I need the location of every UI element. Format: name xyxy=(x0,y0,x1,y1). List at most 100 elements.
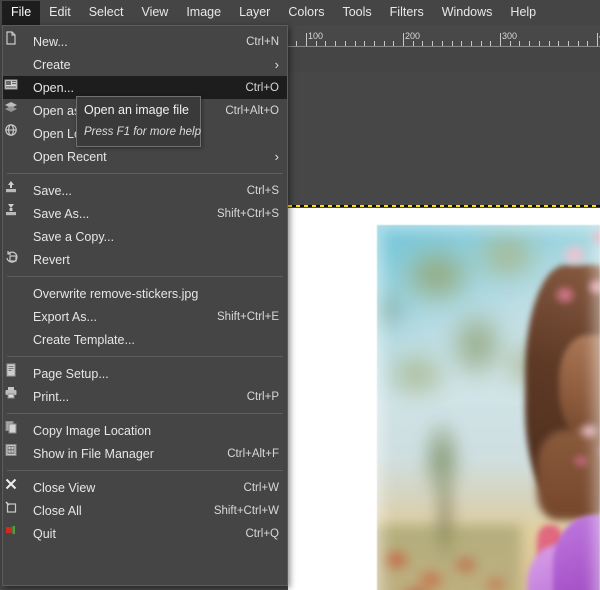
menu-item-label: Print... xyxy=(33,389,70,404)
menubar-item-colors[interactable]: Colors xyxy=(279,1,333,25)
menu-item-create-template[interactable]: Create Template... xyxy=(3,328,287,351)
menubar-item-filters[interactable]: Filters xyxy=(381,1,433,25)
no-icon xyxy=(3,305,33,328)
menubar-item-image[interactable]: Image xyxy=(177,1,230,25)
menu-item-close-view[interactable]: Close View Ctrl+W xyxy=(3,476,287,499)
ruler-tick xyxy=(296,41,298,46)
ruler-tick xyxy=(519,41,521,46)
chevron-right-icon: › xyxy=(274,149,279,164)
menubar-item-file[interactable]: File xyxy=(2,0,41,25)
save-as-icon xyxy=(3,202,33,225)
horizontal-ruler[interactable]: 100200300400 xyxy=(288,25,600,47)
no-icon xyxy=(3,53,33,76)
close-x-icon xyxy=(3,476,33,499)
tooltip-title: Open an image file xyxy=(84,103,189,117)
menu-item-page-setup[interactable]: Page Setup... xyxy=(3,362,287,385)
menu-item-label: New... xyxy=(33,34,68,49)
menu-item-label: Quit xyxy=(33,526,56,541)
globe-icon xyxy=(3,122,33,145)
menu-item-accelerator: Shift+Ctrl+S xyxy=(217,207,279,220)
revert-icon xyxy=(3,248,33,271)
menu-item-label: Open... xyxy=(33,80,74,95)
menu-item-label: Save... xyxy=(33,183,72,198)
ruler-tick xyxy=(538,41,540,46)
ruler-tick xyxy=(587,41,589,46)
menu-item-label: Close View xyxy=(33,480,96,495)
menu-item-show-in-file-manager[interactable]: Show in File Manager Ctrl+Alt+F xyxy=(3,442,287,465)
menu-bar: File Edit Select View Image Layer Colors… xyxy=(0,0,600,25)
file-manager-icon xyxy=(3,442,33,465)
menu-item-accelerator: Ctrl+N xyxy=(246,35,279,48)
tooltip-hint: Press F1 for more help xyxy=(84,126,201,138)
no-icon xyxy=(3,145,33,168)
menu-item-overwrite-remove-stickers-jpg[interactable]: Overwrite remove-stickers.jpg xyxy=(3,282,287,305)
image-photo xyxy=(377,225,600,590)
tooltip: Open an image file Press F1 for more hel… xyxy=(76,96,201,147)
menu-separator xyxy=(7,470,283,471)
ruler-label: 200 xyxy=(405,31,421,41)
menubar-item-edit[interactable]: Edit xyxy=(40,1,80,25)
menu-item-print[interactable]: Print... Ctrl+P xyxy=(3,385,287,408)
page-setup-icon xyxy=(3,362,33,385)
menu-item-label: Create Template... xyxy=(33,332,135,347)
ruler-tick xyxy=(344,41,346,46)
menu-item-label: Save a Copy... xyxy=(33,229,115,244)
ruler-tick xyxy=(529,41,531,46)
chevron-right-icon: › xyxy=(274,57,279,72)
ruler-tick xyxy=(480,41,482,46)
printer-icon xyxy=(3,385,33,408)
menu-item-open-recent[interactable]: Open Recent › xyxy=(3,145,287,168)
menubar-item-help[interactable]: Help xyxy=(501,1,545,25)
menu-item-accelerator: Shift+Ctrl+E xyxy=(217,310,279,323)
menu-item-accelerator: Ctrl+Q xyxy=(245,527,279,540)
menu-item-accelerator: Shift+Ctrl+W xyxy=(213,504,279,517)
menu-item-save-a-copy[interactable]: Save a Copy... xyxy=(3,225,287,248)
ruler-tick xyxy=(470,41,472,46)
ruler-label: 100 xyxy=(308,31,324,41)
menu-item-label: Close All xyxy=(33,503,82,518)
ruler-tick xyxy=(393,41,395,46)
menubar-item-view[interactable]: View xyxy=(132,1,177,25)
menu-item-accelerator: Ctrl+O xyxy=(245,81,279,94)
menubar-item-windows[interactable]: Windows xyxy=(433,1,502,25)
photo-flower-crown xyxy=(545,225,600,335)
menubar-item-layer[interactable]: Layer xyxy=(230,1,279,25)
menu-item-label: Save As... xyxy=(33,206,90,221)
ruler-tick xyxy=(490,41,492,46)
menubar-item-select[interactable]: Select xyxy=(80,1,133,25)
menu-item-export-as[interactable]: Export As... Shift+Ctrl+E xyxy=(3,305,287,328)
ruler-tick xyxy=(451,41,453,46)
ruler-tick xyxy=(373,41,375,46)
menu-item-label: Show in File Manager xyxy=(33,446,154,461)
menu-item-label: Page Setup... xyxy=(33,366,109,381)
ruler-tick xyxy=(548,41,550,46)
ruler-tick xyxy=(577,41,579,46)
menu-item-label: Overwrite remove-stickers.jpg xyxy=(33,286,199,301)
menu-item-accelerator: Ctrl+W xyxy=(243,481,279,494)
no-icon xyxy=(3,328,33,351)
menu-item-close-all[interactable]: Close All Shift+Ctrl+W xyxy=(3,499,287,522)
menu-item-new[interactable]: New... Ctrl+N xyxy=(3,30,287,53)
menu-item-quit[interactable]: Quit Ctrl+Q xyxy=(3,522,287,545)
menu-item-save[interactable]: Save... Ctrl+S xyxy=(3,179,287,202)
menu-item-copy-image-location[interactable]: Copy Image Location xyxy=(3,419,287,442)
photo-red-flowers xyxy=(377,525,521,590)
no-icon xyxy=(3,282,33,305)
no-icon xyxy=(3,225,33,248)
menubar-item-tools[interactable]: Tools xyxy=(333,1,380,25)
menu-item-create[interactable]: Create › xyxy=(3,53,287,76)
ruler-tick xyxy=(558,41,560,46)
quit-icon xyxy=(3,522,33,545)
image-canvas[interactable] xyxy=(288,72,600,590)
ruler-tick xyxy=(412,41,414,46)
ruler-tick xyxy=(364,41,366,46)
menu-item-label: Export As... xyxy=(33,309,97,324)
menu-item-save-as[interactable]: Save As... Shift+Ctrl+S xyxy=(3,202,287,225)
ruler-tick xyxy=(567,41,569,46)
ruler-tick xyxy=(422,41,424,46)
menu-item-revert[interactable]: Revert xyxy=(3,248,287,271)
menu-item-accelerator: Ctrl+Alt+O xyxy=(225,104,279,117)
copy-icon xyxy=(3,419,33,442)
layers-icon xyxy=(3,99,33,122)
selection-boundary-top xyxy=(288,205,600,207)
